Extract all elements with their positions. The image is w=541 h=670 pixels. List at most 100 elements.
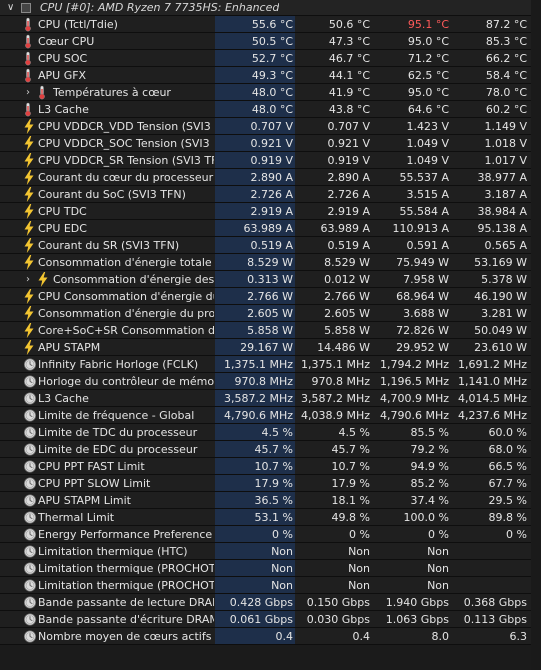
value-average: 50.049 W	[474, 324, 527, 337]
value-min: 14.486 W	[317, 341, 370, 354]
clock-icon	[23, 357, 37, 372]
value-average: 1.017 V	[484, 154, 527, 167]
value-min: 0.4	[352, 630, 371, 643]
sensor-row[interactable]: APU STAPM 29.167 W 14.486 W 29.952 W 23.610 …	[0, 339, 541, 356]
lightning-icon	[23, 255, 37, 270]
sensor-row[interactable]: › Températures à cœur 48.0 °C 41.9 °C 95.0 °…	[0, 84, 541, 101]
thermometer-icon	[23, 51, 37, 66]
value-max: Non	[427, 579, 449, 592]
clock-icon	[23, 544, 37, 559]
sensor-row[interactable]: CPU PPT SLOW Limit 17.9 % 17.9 % 85.2 % 67.7…	[0, 475, 541, 492]
chevron-right-icon[interactable]: ›	[26, 84, 30, 101]
sensor-row[interactable]: CPU VDDCR_SR Tension (SVI3 TFN) 0.919 V 0.…	[0, 152, 541, 169]
sensor-label: Consommation d'énergie du proc...	[38, 307, 214, 320]
sensor-row[interactable]: CPU PPT FAST Limit 10.7 % 10.7 % 94.9 % 66.5…	[0, 458, 541, 475]
sensor-label: Horloge du contrôleur de mémoir...	[38, 375, 214, 388]
sensor-row[interactable]: Infinity Fabric Horloge (FCLK) 1,375.1 MH…	[0, 356, 541, 373]
sensor-row[interactable]: Limitation thermique (PROCHOT ... Non Non N…	[0, 577, 541, 594]
sensor-row[interactable]: APU STAPM Limit 36.5 % 18.1 % 37.4 % 29.5 %	[0, 492, 541, 509]
value-max: 1.049 V	[406, 154, 449, 167]
value-max: 72.826 W	[396, 324, 449, 337]
value-min: Non	[348, 545, 370, 558]
sensor-row[interactable]: › Consommation d'énergie des ... 0.313 W 0.…	[0, 271, 541, 288]
sensor-row[interactable]: CPU (Tctl/Tdie) 55.6 °C 50.6 °C 95.1 °C 87.2…	[0, 16, 541, 33]
sensor-row[interactable]: Nombre moyen de cœurs actifs 0.4 0.4 8.0 6.3	[0, 628, 541, 645]
value-max: 100.0 %	[403, 511, 449, 524]
clock-icon	[23, 493, 37, 508]
value-average: 0.565 A	[484, 239, 527, 252]
sensor-label: L3 Cache	[38, 392, 89, 405]
clock-icon	[23, 578, 37, 593]
value-current: 45.7 %	[215, 441, 295, 457]
sensor-row[interactable]: Bande passante d'écriture DRAM 0.061 Gbps…	[0, 611, 541, 628]
sensor-label: Limitation thermique (PROCHOT ...	[38, 562, 214, 575]
sensor-row[interactable]: Core+SoC+SR Consommation d'... 5.858 W 5.8…	[0, 322, 541, 339]
sensor-row[interactable]: Courant du cœur du processeur ... 2.890 A…	[0, 169, 541, 186]
clock-icon	[23, 425, 37, 440]
sensor-row[interactable]: L3 Cache 3,587.2 MHz 3,587.2 MHz 4,700.9 MH…	[0, 390, 541, 407]
value-average: 6.3	[509, 630, 528, 643]
sensor-row[interactable]: CPU SOC 52.7 °C 46.7 °C 71.2 °C 66.2 °C	[0, 50, 541, 67]
value-current: 2.766 W	[215, 288, 295, 304]
sensor-row[interactable]: L3 Cache 48.0 °C 43.8 °C 64.6 °C 60.2 °C	[0, 101, 541, 118]
value-average: 58.4 °C	[485, 69, 527, 82]
sensor-label: CPU EDC	[38, 222, 87, 235]
chevron-right-icon[interactable]: ›	[26, 271, 30, 288]
sensor-row[interactable]: Horloge du contrôleur de mémoir... 970.8 …	[0, 373, 541, 390]
sensor-row[interactable]: Limitation thermique (HTC) Non Non Non	[0, 543, 541, 560]
sensor-row[interactable]: Cœur CPU 50.5 °C 47.3 °C 95.0 °C 85.3 °C	[0, 33, 541, 50]
value-max: 1,196.5 MHz	[379, 375, 449, 388]
value-current: 2.605 W	[215, 305, 295, 321]
value-current: 0.313 W	[215, 271, 295, 287]
lightning-icon	[23, 289, 37, 304]
value-min: 10.7 %	[331, 460, 370, 473]
sensor-row[interactable]: Consommation d'énergie du proc... 2.605 W…	[0, 305, 541, 322]
sensor-row[interactable]: Limitation thermique (PROCHOT ... Non Non N…	[0, 560, 541, 577]
sensor-label: L3 Cache	[38, 103, 89, 116]
value-min: 4,038.9 MHz	[300, 409, 370, 422]
value-min: 50.6 °C	[328, 18, 370, 31]
clock-icon	[23, 408, 37, 423]
value-average: 4,014.5 MHz	[457, 392, 527, 405]
value-max: Non	[427, 562, 449, 575]
value-average: 78.0 °C	[485, 86, 527, 99]
clock-icon	[23, 374, 37, 389]
value-max: 85.2 %	[410, 477, 449, 490]
value-max: Non	[427, 545, 449, 558]
value-min: 3,587.2 MHz	[300, 392, 370, 405]
value-max: 55.537 A	[399, 171, 449, 184]
chevron-down-icon[interactable]: ∨	[7, 0, 14, 16]
sensor-row[interactable]: Courant du SR (SVI3 TFN) 0.519 A 0.519 A 0.…	[0, 237, 541, 254]
value-average: 38.977 A	[477, 171, 527, 184]
sensor-label: Core+SoC+SR Consommation d'...	[38, 324, 214, 337]
value-current: Non	[215, 560, 295, 576]
sensor-row[interactable]: CPU Consommation d'énergie du ... 2.766 W…	[0, 288, 541, 305]
sensor-row[interactable]: Courant du SoC (SVI3 TFN) 2.726 A 2.726 A 3…	[0, 186, 541, 203]
value-current: 50.5 °C	[215, 33, 295, 49]
clock-icon	[23, 459, 37, 474]
value-min: 2.605 W	[324, 307, 370, 320]
sensor-row[interactable]: Limite de fréquence - Global 4,790.6 MHz 4…	[0, 407, 541, 424]
group-header-cpu[interactable]: ∨ CPU [#0]: AMD Ryzen 7 7735HS: Enhanced	[0, 0, 541, 16]
sensor-row[interactable]: CPU EDC 63.989 A 63.989 A 110.913 A 95.138 A	[0, 220, 541, 237]
sensor-label: CPU VDDCR_SOC Tension (SVI3 ...	[38, 137, 214, 150]
sensor-label: CPU PPT FAST Limit	[38, 460, 145, 473]
sensor-row[interactable]: CPU TDC 2.919 A 2.919 A 55.584 A 38.984 A	[0, 203, 541, 220]
sensor-label: CPU Consommation d'énergie du ...	[38, 290, 214, 303]
value-average: 1,141.0 MHz	[457, 375, 527, 388]
value-current: 48.0 °C	[215, 101, 295, 117]
sensor-row[interactable]: Limite de TDC du processeur 4.5 % 4.5 % 85.…	[0, 424, 541, 441]
value-current: 2.919 A	[215, 203, 295, 219]
sensor-row[interactable]: Bande passante de lecture DRAM 0.428 Gbps…	[0, 594, 541, 611]
sensor-table: ∨ CPU [#0]: AMD Ryzen 7 7735HS: Enhanced…	[0, 0, 541, 670]
sensor-row[interactable]: APU GFX 49.3 °C 44.1 °C 62.5 °C 58.4 °C	[0, 67, 541, 84]
sensor-row[interactable]: Consommation d'énergie totale d... 8.529 …	[0, 254, 541, 271]
sensor-row[interactable]: Energy Performance Preference 0 % 0 % 0 % 0 …	[0, 526, 541, 543]
sensor-row[interactable]: CPU VDDCR_VDD Tension (SVI3 ... 0.707 V 0.…	[0, 118, 541, 135]
value-min: 2.919 A	[327, 205, 370, 218]
sensor-row[interactable]: CPU VDDCR_SOC Tension (SVI3 ... 0.921 V 0.…	[0, 135, 541, 152]
sensor-row[interactable]: Limite de EDC du processeur 45.7 % 45.7 % 7…	[0, 441, 541, 458]
scrollbar[interactable]	[531, 0, 541, 670]
value-current: 0.707 V	[215, 118, 295, 134]
sensor-row[interactable]: Thermal Limit 53.1 % 49.8 % 100.0 % 89.8 %	[0, 509, 541, 526]
